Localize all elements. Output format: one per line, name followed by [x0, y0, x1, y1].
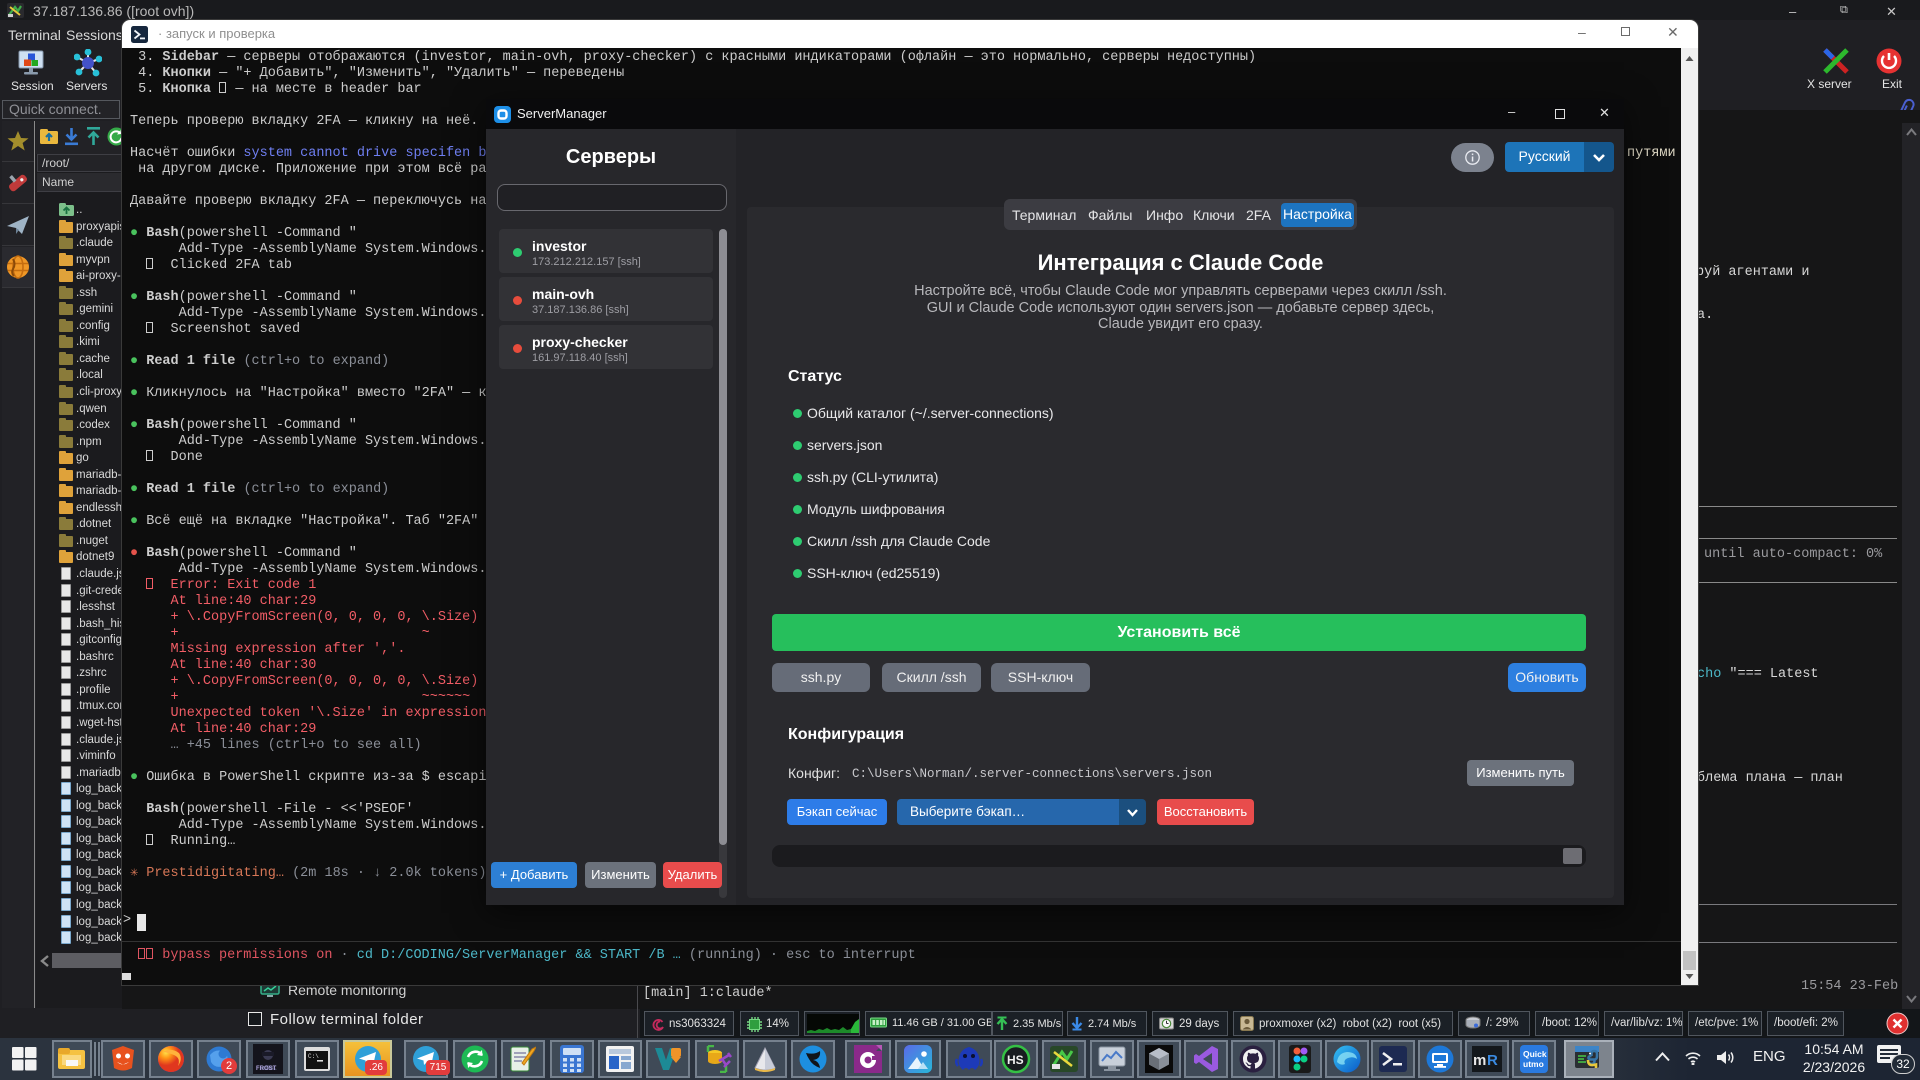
svg-text:C:\: C:\ — [308, 1053, 319, 1060]
svg-text:m: m — [1473, 1052, 1486, 1069]
svg-text:R: R — [1487, 1052, 1498, 1069]
svg-text:Quick: Quick — [1523, 1049, 1547, 1059]
svg-text:utmo: utmo — [1523, 1059, 1544, 1069]
svg-text:HS: HS — [1007, 1053, 1024, 1067]
